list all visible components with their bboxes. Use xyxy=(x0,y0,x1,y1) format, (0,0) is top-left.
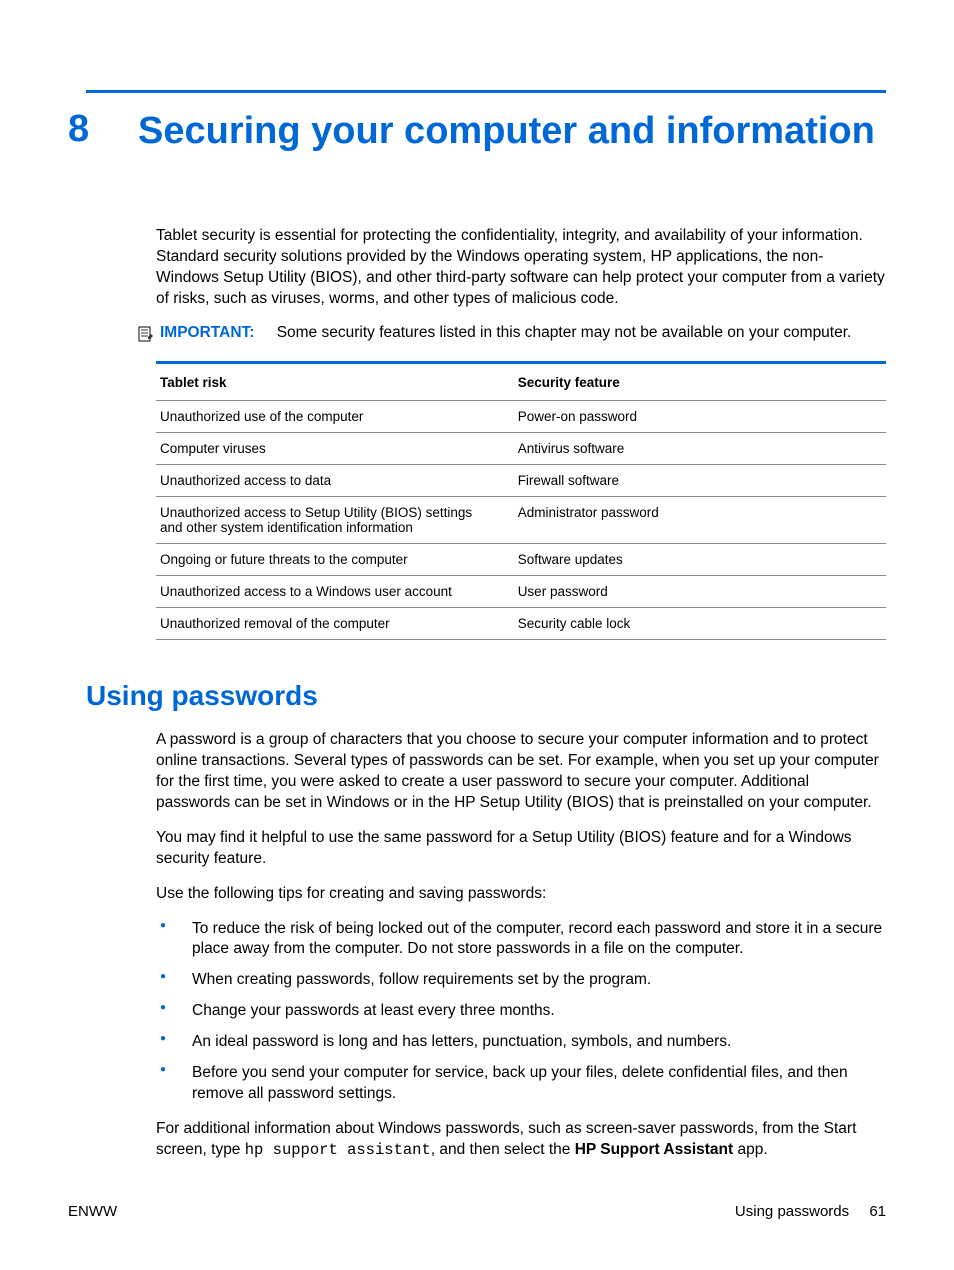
table-row: Unauthorized access to dataFirewall soft… xyxy=(156,465,886,497)
note-icon xyxy=(136,325,154,343)
list-item: To reduce the risk of being locked out o… xyxy=(156,919,886,961)
table-row: Unauthorized access to Setup Utility (BI… xyxy=(156,497,886,544)
risk-table: Tablet risk Security feature Unauthorize… xyxy=(156,361,886,640)
chapter-number: 8 xyxy=(68,107,138,153)
tips-list: To reduce the risk of being locked out o… xyxy=(156,919,886,1105)
intro-paragraph: Tablet security is essential for protect… xyxy=(156,226,886,310)
important-note: IMPORTANT: Some security features listed… xyxy=(136,324,886,343)
footer-left: ENWW xyxy=(68,1203,117,1220)
chapter-header: 8 Securing your computer and information xyxy=(68,107,886,156)
chapter-title: Securing your computer and information xyxy=(138,107,875,156)
passwords-p1: A password is a group of characters that… xyxy=(156,730,886,814)
page-footer: ENWW Using passwords 61 xyxy=(68,1203,886,1220)
important-label: IMPORTANT: xyxy=(160,324,254,341)
table-row: Unauthorized access to a Windows user ac… xyxy=(156,576,886,608)
table-row: Computer virusesAntivirus software xyxy=(156,433,886,465)
page-number: 61 xyxy=(869,1203,886,1220)
table-header-feature: Security feature xyxy=(514,365,886,401)
passwords-p4: For additional information about Windows… xyxy=(156,1119,886,1161)
list-item: When creating passwords, follow requirem… xyxy=(156,970,886,991)
list-item: Change your passwords at least every thr… xyxy=(156,1001,886,1022)
table-row: Unauthorized use of the computerPower-on… xyxy=(156,401,886,433)
table-header-risk: Tablet risk xyxy=(156,365,514,401)
table-row: Ongoing or future threats to the compute… xyxy=(156,544,886,576)
footer-right: Using passwords 61 xyxy=(735,1203,886,1220)
list-item: An ideal password is long and has letter… xyxy=(156,1032,886,1053)
section-heading: Using passwords xyxy=(86,680,886,712)
important-text: Some security features listed in this ch… xyxy=(277,324,852,341)
passwords-p3: Use the following tips for creating and … xyxy=(156,884,886,905)
passwords-p2: You may find it helpful to use the same … xyxy=(156,828,886,870)
list-item: Before you send your computer for servic… xyxy=(156,1063,886,1105)
table-top-rule xyxy=(156,361,886,364)
table-row: Unauthorized removal of the computerSecu… xyxy=(156,608,886,640)
chapter-top-rule xyxy=(86,90,886,93)
